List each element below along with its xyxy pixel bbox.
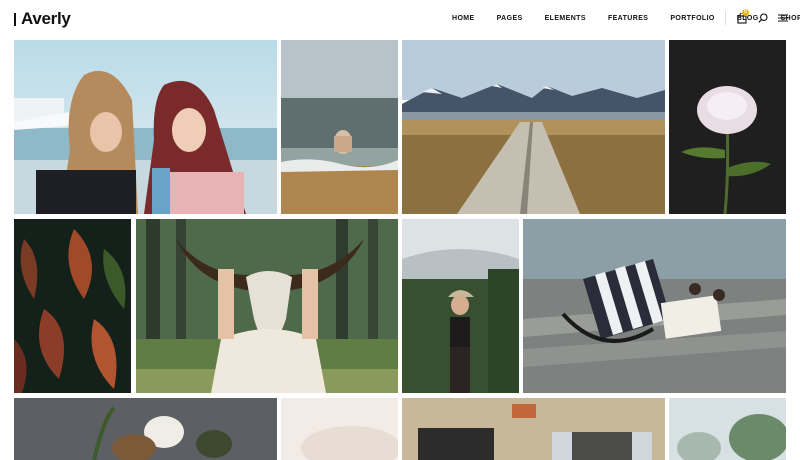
woman-in-greenhouse-photo[interactable] (402, 219, 519, 393)
blurred-foliage-photo[interactable] (669, 398, 786, 460)
nav-portfolio[interactable]: PORTFOLIO (670, 14, 714, 24)
brand-name: Averly (21, 9, 71, 28)
mountain-boardwalk-photo[interactable] (402, 40, 665, 214)
two-women-beach-photo[interactable] (14, 40, 277, 214)
soft-fabric-photo[interactable] (281, 398, 398, 460)
site-logo[interactable]: Averly (14, 9, 71, 29)
white-peony-photo[interactable] (669, 40, 786, 214)
search-icon[interactable] (756, 11, 770, 25)
couple-in-sea-photo[interactable] (281, 40, 398, 214)
site-header: Averly HOME PAGES ELEMENTS FEATURES PORT… (0, 0, 800, 38)
croton-leaves-photo[interactable] (14, 219, 131, 393)
nav-home[interactable]: HOME (452, 14, 475, 24)
woman-holding-skull-photo[interactable] (136, 219, 398, 393)
nav-elements[interactable]: ELEMENTS (545, 14, 586, 24)
cart-count-badge: 0 (742, 9, 749, 16)
nav-features[interactable]: FEATURES (608, 14, 648, 24)
logo-bar (14, 12, 16, 26)
flower-arrangement-photo[interactable] (14, 398, 277, 460)
stone-house-photo[interactable] (402, 398, 665, 460)
nav-divider (725, 11, 726, 25)
striped-bag-on-dock-photo[interactable] (523, 219, 786, 393)
hamburger-menu-icon[interactable] (776, 11, 790, 25)
nav-pages[interactable]: PAGES (497, 14, 523, 24)
